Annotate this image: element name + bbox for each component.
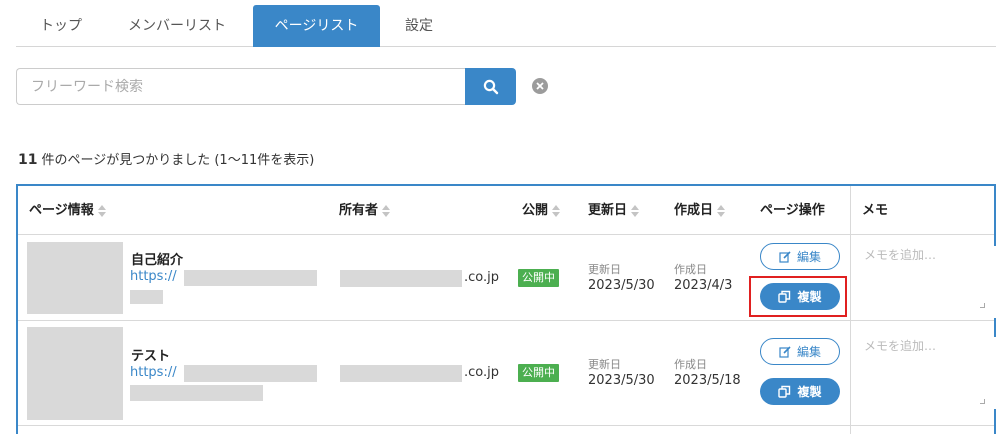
copy-icon bbox=[778, 385, 791, 398]
sort-icon bbox=[382, 204, 391, 217]
page-title[interactable]: テスト bbox=[131, 345, 170, 364]
page-url[interactable]: https:// bbox=[130, 365, 177, 380]
redacted-url bbox=[184, 270, 317, 286]
header-owner[interactable]: 所有者 bbox=[339, 186, 391, 235]
updated-date: 2023/5/30 bbox=[588, 373, 655, 388]
owner-domain: .co.jp bbox=[464, 270, 500, 285]
search-icon bbox=[483, 79, 498, 94]
table-row: 自己紹介 https:// .co.jp 公開中 更新日 2023/5/30 作… bbox=[18, 236, 1004, 321]
tab-page-list[interactable]: ページリスト bbox=[253, 5, 380, 47]
copy-icon bbox=[778, 290, 791, 303]
tab-settings[interactable]: 設定 bbox=[388, 5, 450, 47]
page-thumbnail[interactable] bbox=[27, 242, 123, 314]
search-input[interactable] bbox=[16, 68, 466, 105]
tab-bar: トップ メンバーリスト ページリスト 設定 bbox=[16, 5, 996, 47]
tab-member-list[interactable]: メンバーリスト bbox=[112, 5, 242, 47]
created-label: 作成日 bbox=[674, 263, 707, 276]
resize-handle[interactable] bbox=[980, 303, 985, 308]
header-page-ops: ページ操作 bbox=[760, 203, 825, 218]
header-public-label: 公開 bbox=[522, 203, 549, 218]
edit-button[interactable]: 編集 bbox=[760, 338, 840, 365]
created-label: 作成日 bbox=[674, 358, 707, 371]
header-page-info[interactable]: ページ情報 bbox=[29, 186, 106, 235]
page-table: ページ情報 所有者 公開 更新日 作成日 ページ操作 メモ 自己紹介 https… bbox=[16, 184, 1004, 434]
header-public[interactable]: 公開 bbox=[522, 186, 561, 235]
page-thumbnail[interactable] bbox=[27, 327, 123, 420]
table-row: テスト https:// .co.jp 公開中 更新日 2023/5/30 作成… bbox=[18, 321, 1004, 426]
sort-icon bbox=[631, 204, 640, 217]
redacted-url bbox=[184, 365, 317, 382]
sort-icon bbox=[717, 204, 726, 217]
updated-label: 更新日 bbox=[588, 358, 621, 371]
sort-icon bbox=[97, 204, 106, 217]
search-button[interactable] bbox=[465, 68, 516, 105]
header-updated[interactable]: 更新日 bbox=[588, 186, 640, 235]
created-date: 2023/5/18 bbox=[674, 373, 741, 388]
header-owner-label: 所有者 bbox=[339, 203, 379, 218]
table-header: ページ情報 所有者 公開 更新日 作成日 ページ操作 メモ bbox=[18, 186, 994, 235]
edit-icon bbox=[779, 250, 791, 263]
page-title[interactable]: 自己紹介 bbox=[131, 249, 183, 268]
redacted-url bbox=[130, 290, 163, 304]
copy-button[interactable]: 複製 bbox=[760, 378, 840, 405]
page-url[interactable]: https:// bbox=[130, 269, 177, 284]
redacted-owner bbox=[340, 365, 462, 382]
header-memo: メモ bbox=[862, 203, 889, 218]
copy-button-label: 複製 bbox=[797, 385, 822, 399]
redacted-owner bbox=[340, 270, 462, 287]
status-badge: 公開中 bbox=[518, 269, 559, 287]
copy-button-label: 複製 bbox=[797, 290, 822, 304]
header-created[interactable]: 作成日 bbox=[674, 186, 726, 235]
header-updated-label: 更新日 bbox=[588, 203, 628, 218]
resize-handle[interactable] bbox=[980, 399, 985, 404]
created-date: 2023/4/3 bbox=[674, 278, 733, 293]
edit-icon bbox=[779, 345, 791, 358]
clear-search-button[interactable] bbox=[532, 78, 548, 94]
copy-button[interactable]: 複製 bbox=[760, 283, 840, 310]
edit-button-label: 編集 bbox=[796, 250, 821, 264]
header-page-info-label: ページ情報 bbox=[29, 203, 94, 218]
clear-icon bbox=[536, 82, 544, 90]
updated-label: 更新日 bbox=[588, 263, 621, 276]
redacted-url bbox=[130, 385, 263, 401]
edit-button[interactable]: 編集 bbox=[760, 243, 840, 270]
owner-domain: .co.jp bbox=[464, 365, 500, 380]
sort-icon bbox=[552, 204, 561, 217]
header-created-label: 作成日 bbox=[674, 203, 714, 218]
tab-top[interactable]: トップ bbox=[16, 5, 106, 47]
result-summary: 11 件のページが見つかりました (1〜11件を表示) bbox=[18, 149, 314, 168]
result-text: 件のページが見つかりました (1〜11件を表示) bbox=[41, 153, 315, 168]
status-badge: 公開中 bbox=[518, 364, 559, 382]
edit-button-label: 編集 bbox=[796, 345, 821, 359]
result-count: 11 bbox=[18, 152, 38, 168]
updated-date: 2023/5/30 bbox=[588, 278, 655, 293]
